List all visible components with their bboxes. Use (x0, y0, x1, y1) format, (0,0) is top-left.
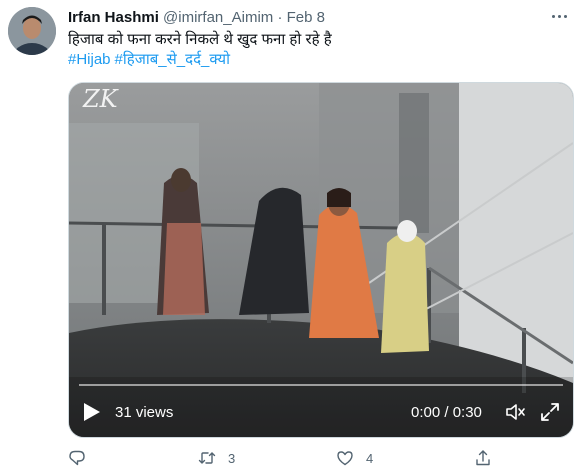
video-time: 0:00 / 0:30 (411, 404, 482, 421)
hashtag-link[interactable]: #Hijab (68, 51, 111, 68)
share-button[interactable] (474, 446, 492, 470)
reply-button[interactable] (68, 446, 98, 470)
header-separator: · (277, 9, 283, 26)
tweet-actions: 3 4 (68, 446, 548, 470)
video-watermark: ZK (82, 85, 120, 113)
tweet-date[interactable]: Feb 8 (287, 9, 325, 26)
hashtag-link[interactable]: #हिजाब_से_दर्द_क्यो (115, 51, 230, 68)
more-dots-icon[interactable] (547, 6, 571, 26)
hashtags: #Hijab #हिजाब_से_दर्द_क्यो (68, 50, 234, 70)
share-icon (476, 450, 490, 466)
like-button[interactable]: 4 (336, 446, 373, 470)
tweet-text: हिजाब को फना करने निकले थे खुद फना हो रह… (68, 31, 332, 48)
speaker-muted-icon[interactable] (504, 401, 526, 423)
avatar-image (8, 7, 56, 55)
author-name[interactable]: Irfan Hashmi (68, 9, 159, 26)
expand-icon[interactable] (539, 401, 561, 423)
reply-icon (69, 450, 85, 466)
heart-icon (337, 451, 353, 466)
video-player[interactable]: ZK 31 views 0:00 / 0:30 (68, 82, 574, 438)
retweet-icon (198, 452, 216, 464)
retweet-count: 3 (228, 450, 236, 466)
avatar[interactable] (8, 7, 56, 55)
video-progress-bar[interactable] (79, 384, 563, 386)
tweet[interactable]: Irfan Hashmi @imirfan_Aimim · Feb 8 हिजा… (0, 0, 581, 472)
play-icon[interactable] (83, 402, 101, 422)
tweet-header: Irfan Hashmi @imirfan_Aimim · Feb 8 (68, 9, 325, 26)
like-count: 4 (366, 450, 374, 466)
author-handle[interactable]: @imirfan_Aimim (163, 9, 273, 26)
video-views: 31 views (115, 404, 174, 421)
video-controls: 31 views 0:00 / 0:30 (69, 389, 573, 437)
retweet-button[interactable]: 3 (198, 446, 235, 470)
